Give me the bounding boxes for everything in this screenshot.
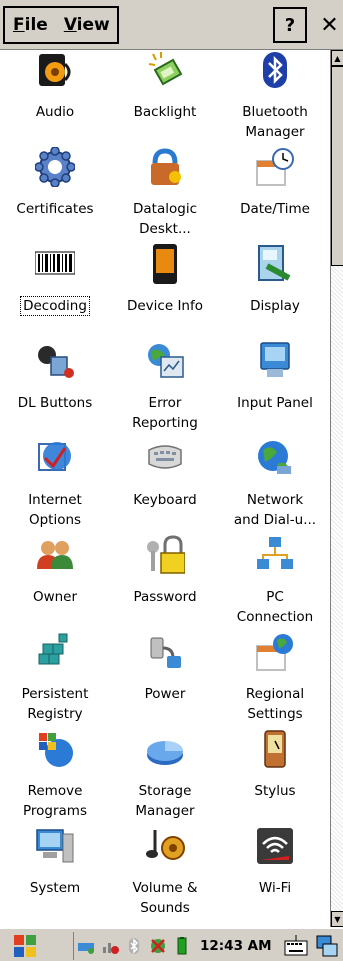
item-label: Regional Settings [245,686,305,722]
item-label: Backlight [133,104,197,120]
remove-programs-icon [39,733,73,767]
file-menu[interactable]: File [5,15,56,35]
start-windows-icon[interactable] [12,933,38,959]
item-label: Owner [32,589,78,605]
item-label: Input Panel [237,395,313,411]
taskbar: 12:43 AM [0,927,343,961]
regional-globe-icon [256,634,293,671]
bluetooth-icon [263,52,287,88]
registry-blocks-icon [38,633,68,665]
scroll-down-button[interactable]: ▼ [331,911,343,927]
clock[interactable]: 12:43 AM [200,938,272,954]
device-info-icon [153,244,177,284]
item-label: Stylus [254,783,296,799]
close-button[interactable]: ✕ [316,7,343,43]
item-label: Date/Time [240,201,310,217]
input-panel-icon [260,342,290,377]
datalogic-desktop-icon [151,148,181,185]
show-desktop-icon[interactable] [316,935,338,957]
power-plug-icon [150,637,181,668]
system-computer-icon [36,829,74,863]
certificates-icon [35,147,75,187]
menu-bar: File View ? ✕ [0,0,343,50]
password-lock-icon [147,535,185,574]
barcode-icon [35,251,75,275]
view-menu[interactable]: View [56,15,118,35]
keyboard-input-icon[interactable] [284,933,308,957]
scroll-up-button[interactable]: ▲ [331,50,343,66]
item-label: Internet Options [28,492,82,528]
wireless-off-tray-icon[interactable] [149,937,167,955]
item-label: Storage Manager [135,783,195,819]
item-label: Network and Dial-u... [233,492,317,528]
item-label: Decoding [0,296,110,316]
help-button[interactable]: ? [273,7,307,43]
item-label: Audio [35,104,75,120]
control-panel-grid: Audio Backlight Bluetooth Manager Certif… [0,50,330,927]
item-label: Remove Programs [23,783,87,819]
item-label-text: Decoding [20,296,90,316]
view-menu-accel: V [63,15,77,35]
connection-tray-icon[interactable] [77,937,95,955]
item-label: Power [144,686,186,702]
file-menu-accel: F [13,15,25,35]
signal-tray-icon[interactable] [101,937,119,955]
audio-icon [39,54,71,86]
dl-buttons-icon [38,346,74,378]
scroll-thumb[interactable] [331,66,343,266]
owner-icon [37,541,73,569]
item-label: System [29,880,81,896]
item-label: Volume & Sounds [132,880,198,916]
item-label: Device Info [126,298,203,314]
calendar-clock-icon [256,148,294,186]
wifi-icon [257,828,293,864]
item-label: Error Reporting [132,395,198,431]
item-label: Persistent Registry [21,686,89,722]
menu-box: File View [3,6,119,44]
item-label: Display [250,298,300,314]
item-label: Password [133,589,197,605]
item-label: Datalogic Deskt... [133,201,197,237]
network-globe-icon [258,441,291,474]
stylus-device-icon [264,730,286,768]
item-label: Bluetooth Manager [242,104,308,140]
item-label: Keyboard [133,492,197,508]
internet-options-icon [38,442,71,471]
error-reporting-icon [148,344,184,378]
item-label: PC Connection [236,589,314,625]
pc-connection-icon [257,537,293,569]
storage-pie-icon [147,741,183,765]
volume-sounds-icon [146,830,185,860]
backlight-icon [148,52,183,86]
item-label: Wi-Fi [258,880,292,896]
battery-tray-icon[interactable] [173,937,191,955]
vertical-scrollbar[interactable]: ▲ ▼ [330,50,343,927]
bluetooth-tray-icon[interactable] [125,937,143,955]
display-icon [258,245,291,281]
item-label: DL Buttons [17,395,93,411]
item-label: Certificates [16,201,94,217]
keyboard-icon [148,445,182,469]
